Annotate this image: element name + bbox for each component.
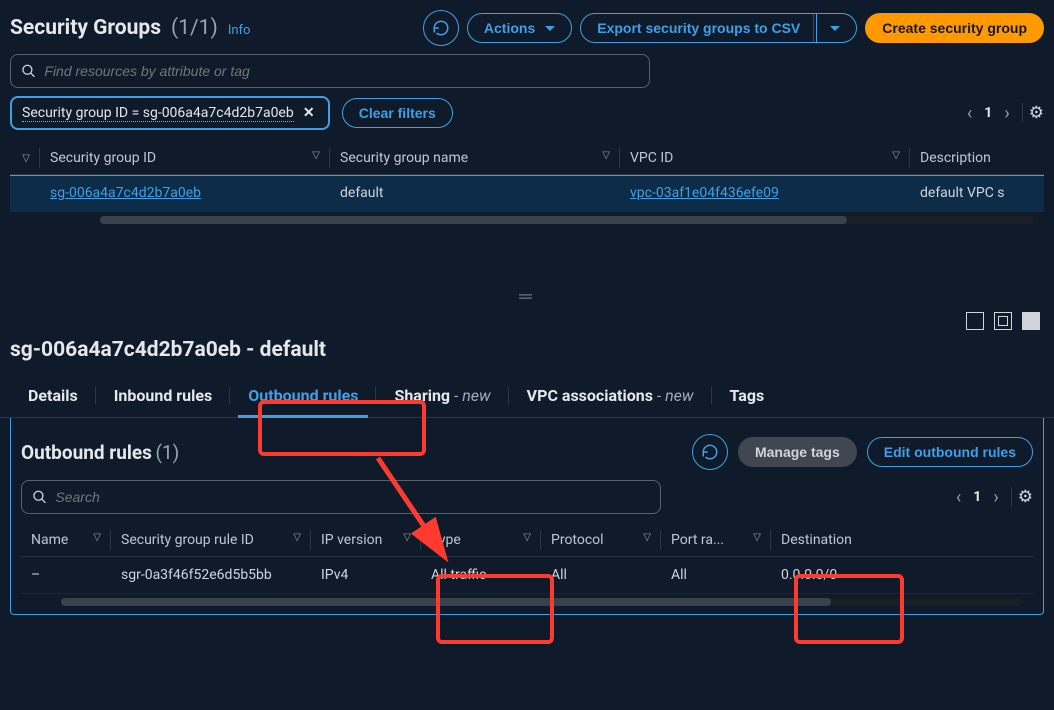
- col-name[interactable]: Name▽: [21, 524, 111, 557]
- page-number: 1: [984, 105, 992, 121]
- filter-tag[interactable]: Security group ID = sg-006a4a7c4d2b7a0eb…: [10, 96, 330, 130]
- col-protocol[interactable]: Protocol▽: [541, 524, 661, 557]
- sg-desc-cell: default VPC s: [910, 175, 1044, 212]
- rule-ipver-cell: IPv4: [311, 557, 421, 594]
- rule-dest-cell: 0.0.0.0/0: [771, 557, 1033, 594]
- tab-tags[interactable]: Tags: [712, 374, 783, 417]
- refresh-icon: [701, 443, 719, 461]
- next-page-icon[interactable]: ›: [1004, 103, 1009, 124]
- search-input[interactable]: [44, 63, 639, 79]
- filter-tag-text: Security group ID = sg-006a4a7c4d2b7a0eb: [22, 105, 294, 122]
- page-title: Security Groups: [10, 16, 161, 40]
- col-type[interactable]: Type▽: [421, 524, 541, 557]
- col-vpc-id[interactable]: VPC ID▽: [620, 142, 910, 175]
- col-sg-id[interactable]: Security group ID▽: [40, 142, 330, 175]
- col-port-range[interactable]: Port ra...▽: [661, 524, 771, 557]
- layout-icon-3[interactable]: [1022, 312, 1040, 330]
- layout-icon-1[interactable]: [966, 312, 984, 330]
- manage-tags-button[interactable]: Manage tags: [738, 437, 857, 467]
- actions-dropdown[interactable]: Actions: [467, 13, 572, 43]
- rule-id-cell: sgr-0a3f46f52e6d5b5bb: [111, 557, 311, 594]
- col-select[interactable]: ▽: [10, 142, 40, 175]
- pane-resize-handle[interactable]: ═: [0, 284, 1054, 308]
- prev-page-icon[interactable]: ‹: [967, 103, 972, 124]
- rule-protocol-cell: All: [541, 557, 661, 594]
- horizontal-scrollbar[interactable]: [61, 598, 1023, 606]
- detail-title: sg-006a4a7c4d2b7a0eb - default: [0, 330, 1054, 374]
- tab-inbound-rules[interactable]: Inbound rules: [96, 374, 231, 417]
- outbound-rules-title: Outbound rules: [21, 441, 152, 464]
- outbound-prev-page-icon[interactable]: ‹: [956, 487, 961, 508]
- col-ip-version[interactable]: IP version▽: [311, 524, 421, 557]
- tab-vpc-associations[interactable]: VPC associations - new: [509, 374, 712, 417]
- tab-details[interactable]: Details: [10, 374, 96, 417]
- vpc-id-link[interactable]: vpc-03af1e04f436efe09: [630, 185, 779, 201]
- outbound-rules-count: (1): [155, 441, 179, 464]
- col-description[interactable]: Description: [910, 142, 1044, 175]
- page-title-count: (1/1): [171, 16, 218, 40]
- col-rule-id[interactable]: Security group rule ID▽: [111, 524, 311, 557]
- refresh-icon: [432, 19, 450, 37]
- export-csv-dropdown[interactable]: [813, 13, 857, 43]
- col-destination[interactable]: Destination: [771, 524, 1033, 557]
- sg-id-link[interactable]: sg-006a4a7c4d2b7a0eb: [50, 185, 201, 201]
- create-security-group-button[interactable]: Create security group: [865, 13, 1044, 43]
- edit-outbound-rules-button[interactable]: Edit outbound rules: [867, 437, 1033, 467]
- info-link[interactable]: Info: [228, 23, 251, 38]
- tab-outbound-rules[interactable]: Outbound rules: [230, 374, 376, 417]
- close-icon[interactable]: ✕: [300, 104, 318, 122]
- gear-icon[interactable]: ⚙: [1022, 103, 1044, 123]
- rule-port-cell: All: [661, 557, 771, 594]
- table-row[interactable]: sg-006a4a7c4d2b7a0eb default vpc-03af1e0…: [10, 175, 1044, 212]
- outbound-next-page-icon[interactable]: ›: [993, 487, 998, 508]
- tab-sharing[interactable]: Sharing - new: [376, 374, 508, 417]
- search-icon: [21, 63, 36, 79]
- refresh-button[interactable]: [423, 10, 459, 46]
- sg-name-cell: default: [330, 175, 620, 212]
- outbound-search-input[interactable]: [55, 489, 650, 505]
- layout-icon-2[interactable]: [994, 312, 1012, 330]
- gear-icon[interactable]: ⚙: [1011, 487, 1033, 507]
- outbound-refresh-button[interactable]: [692, 434, 728, 470]
- rule-name-cell: –: [21, 557, 111, 594]
- clear-filters-button[interactable]: Clear filters: [342, 98, 453, 128]
- export-csv-button[interactable]: Export security groups to CSV: [580, 13, 817, 43]
- rule-type-cell: All traffic: [421, 557, 541, 594]
- col-sg-name[interactable]: Security group name▽: [330, 142, 620, 175]
- search-input-wrap[interactable]: [10, 54, 650, 88]
- table-row[interactable]: – sgr-0a3f46f52e6d5b5bb IPv4 All traffic…: [21, 557, 1033, 594]
- search-icon: [32, 489, 47, 505]
- outbound-search-wrap[interactable]: [21, 480, 661, 514]
- horizontal-scrollbar[interactable]: [100, 216, 1034, 224]
- outbound-page-number: 1: [973, 489, 981, 505]
